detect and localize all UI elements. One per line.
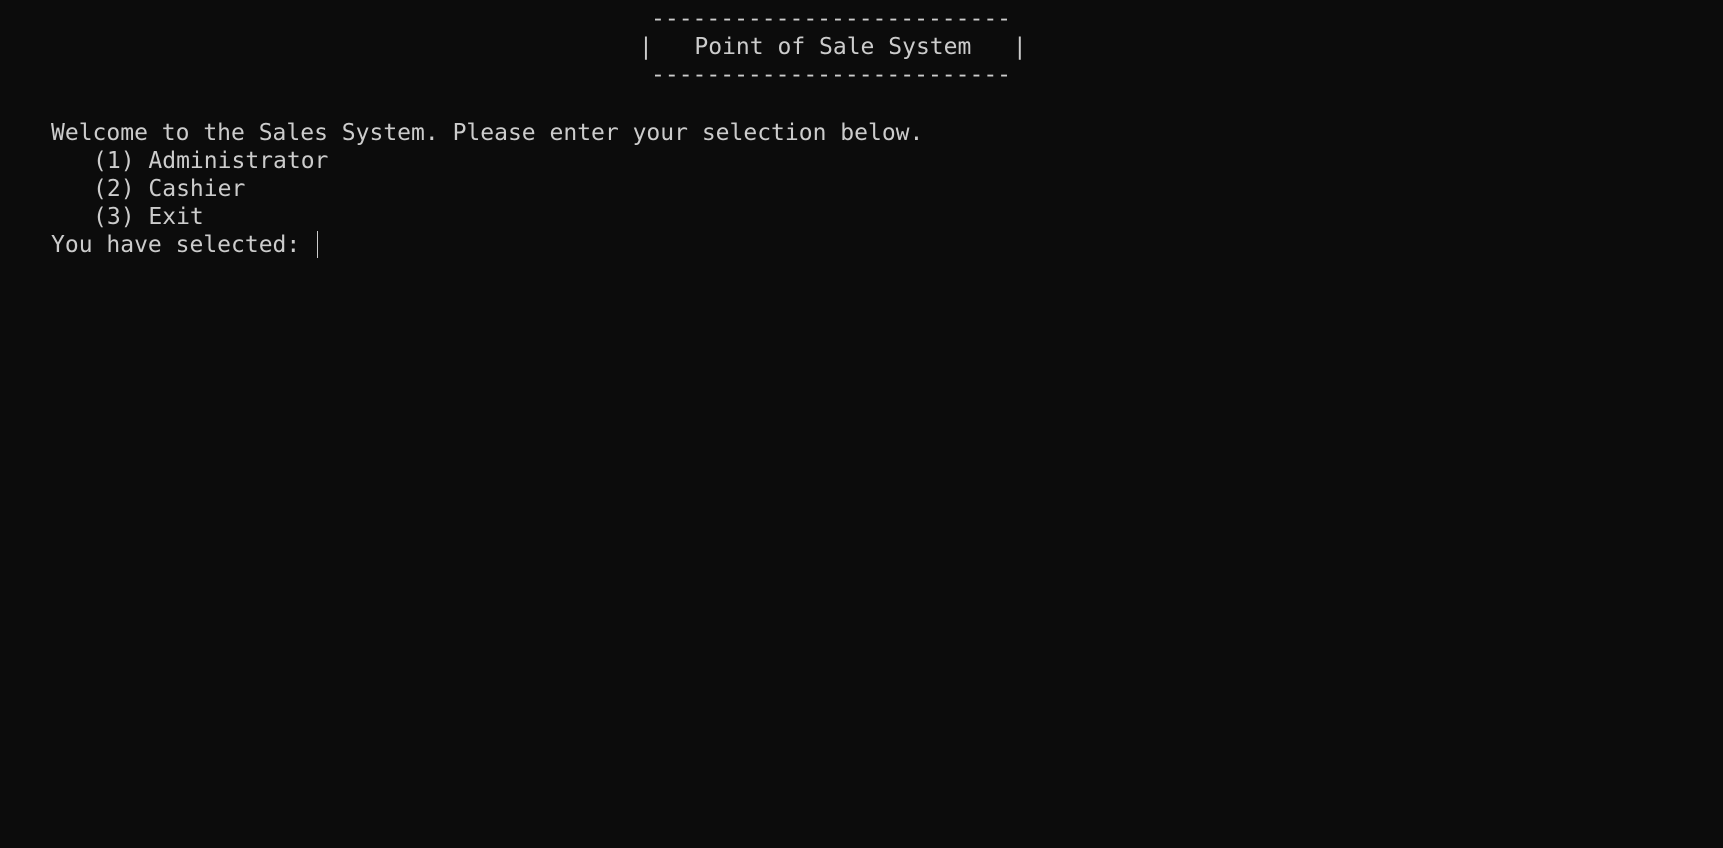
selection-prompt-line[interactable]: You have selected: <box>51 231 319 259</box>
menu-option-administrator: (1) Administrator <box>93 148 329 174</box>
text-cursor <box>317 231 319 258</box>
menu-option-exit: (3) Exit <box>93 204 204 230</box>
welcome-message: Welcome to the Sales System. Please ente… <box>51 120 924 146</box>
menu-option-cashier: (2) Cashier <box>93 176 246 202</box>
selection-prompt-label: You have selected: <box>51 232 301 258</box>
banner-title: | Point of Sale System | <box>639 34 1027 60</box>
banner-top-border: -------------------------- <box>651 6 1012 32</box>
terminal-window[interactable]: -------------------------- | Point of Sa… <box>0 0 1723 848</box>
banner-bottom-border: -------------------------- <box>651 62 1012 88</box>
